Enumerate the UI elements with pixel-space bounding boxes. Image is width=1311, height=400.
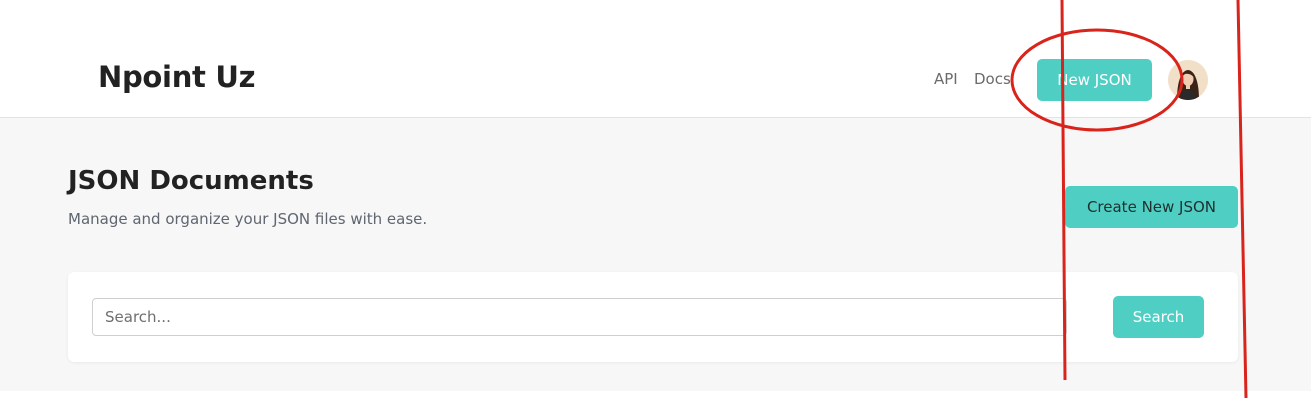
brand-logo-text[interactable]: Npoint Uz: [98, 60, 256, 94]
new-json-button[interactable]: New JSON: [1037, 59, 1152, 101]
nav-link-docs[interactable]: Docs: [974, 70, 1011, 88]
top-navbar: Npoint Uz API Docs New JSON: [0, 0, 1311, 118]
page-title: JSON Documents: [68, 166, 314, 196]
user-avatar[interactable]: [1168, 60, 1208, 100]
search-card: Search: [68, 272, 1238, 362]
create-new-json-button[interactable]: Create New JSON: [1065, 186, 1238, 228]
search-input[interactable]: [92, 298, 1067, 336]
page-subtitle: Manage and organize your JSON files with…: [68, 210, 428, 228]
main-content: JSON Documents Manage and organize your …: [0, 118, 1311, 391]
nav-link-api[interactable]: API: [934, 70, 958, 88]
user-avatar-icon: [1168, 60, 1208, 100]
search-button[interactable]: Search: [1113, 296, 1204, 338]
page-bottom-strip: [0, 391, 1311, 400]
